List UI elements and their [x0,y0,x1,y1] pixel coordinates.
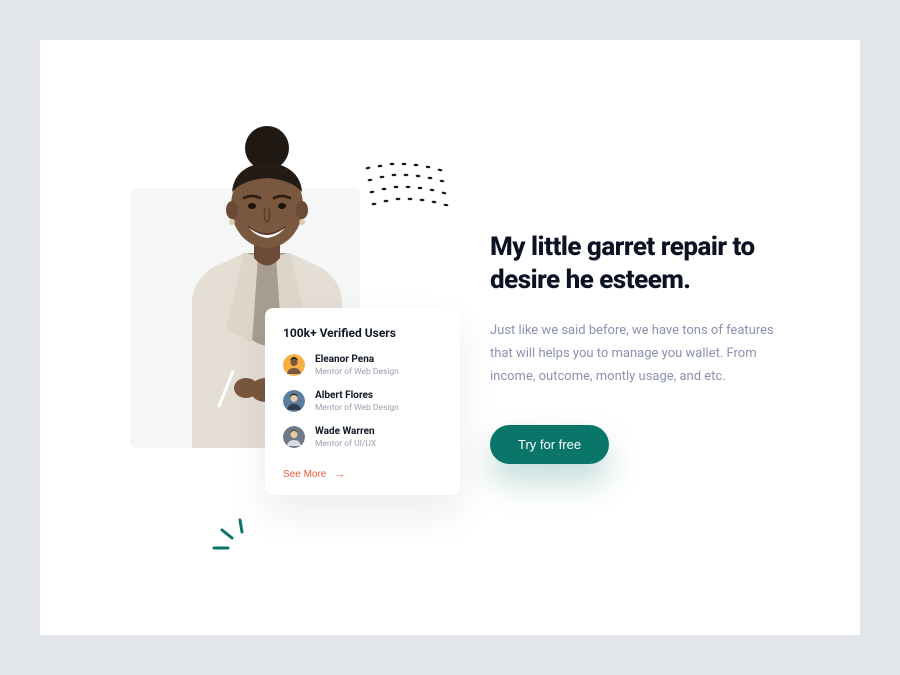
hero-headline: My little garret repair to desire he est… [490,231,780,296]
user-role: Mentor of Web Design [315,367,399,378]
user-name: Albert Flores [315,390,399,402]
see-more-label: See More [283,469,326,480]
user-name: Eleanor Pena [315,354,399,366]
user-role: Mentor of Web Design [315,403,399,414]
try-for-free-button[interactable]: Try for free [490,425,609,464]
arrow-right-icon: → [334,468,345,480]
user-row: Eleanor Pena Mentor of Web Design [283,354,442,378]
avatar [283,354,305,376]
user-row: Wade Warren Mentor of UI/UX [283,426,442,450]
user-info: Albert Flores Mentor of Web Design [315,390,399,414]
user-name: Wade Warren [315,426,376,438]
verified-users-card: 100k+ Verified Users Eleanor Pena Mentor… [265,308,460,495]
user-info: Eleanor Pena Mentor of Web Design [315,354,399,378]
dots-decoration [360,158,460,218]
avatar [283,390,305,412]
hero-section: 100k+ Verified Users Eleanor Pena Mentor… [40,40,860,635]
avatar [283,426,305,448]
content-column: My little garret repair to desire he est… [490,211,780,463]
user-role: Mentor of UI/UX [315,439,376,450]
see-more-link[interactable]: See More → [283,468,345,480]
hero-body: Just like we said before, we have tons o… [490,320,780,388]
card-title: 100k+ Verified Users [283,326,442,340]
illustration-column: 100k+ Verified Users Eleanor Pena Mentor… [130,128,430,548]
user-info: Wade Warren Mentor of UI/UX [315,426,376,450]
sparkle-decoration [210,518,280,558]
page-canvas: 100k+ Verified Users Eleanor Pena Mentor… [40,40,860,635]
user-row: Albert Flores Mentor of Web Design [283,390,442,414]
